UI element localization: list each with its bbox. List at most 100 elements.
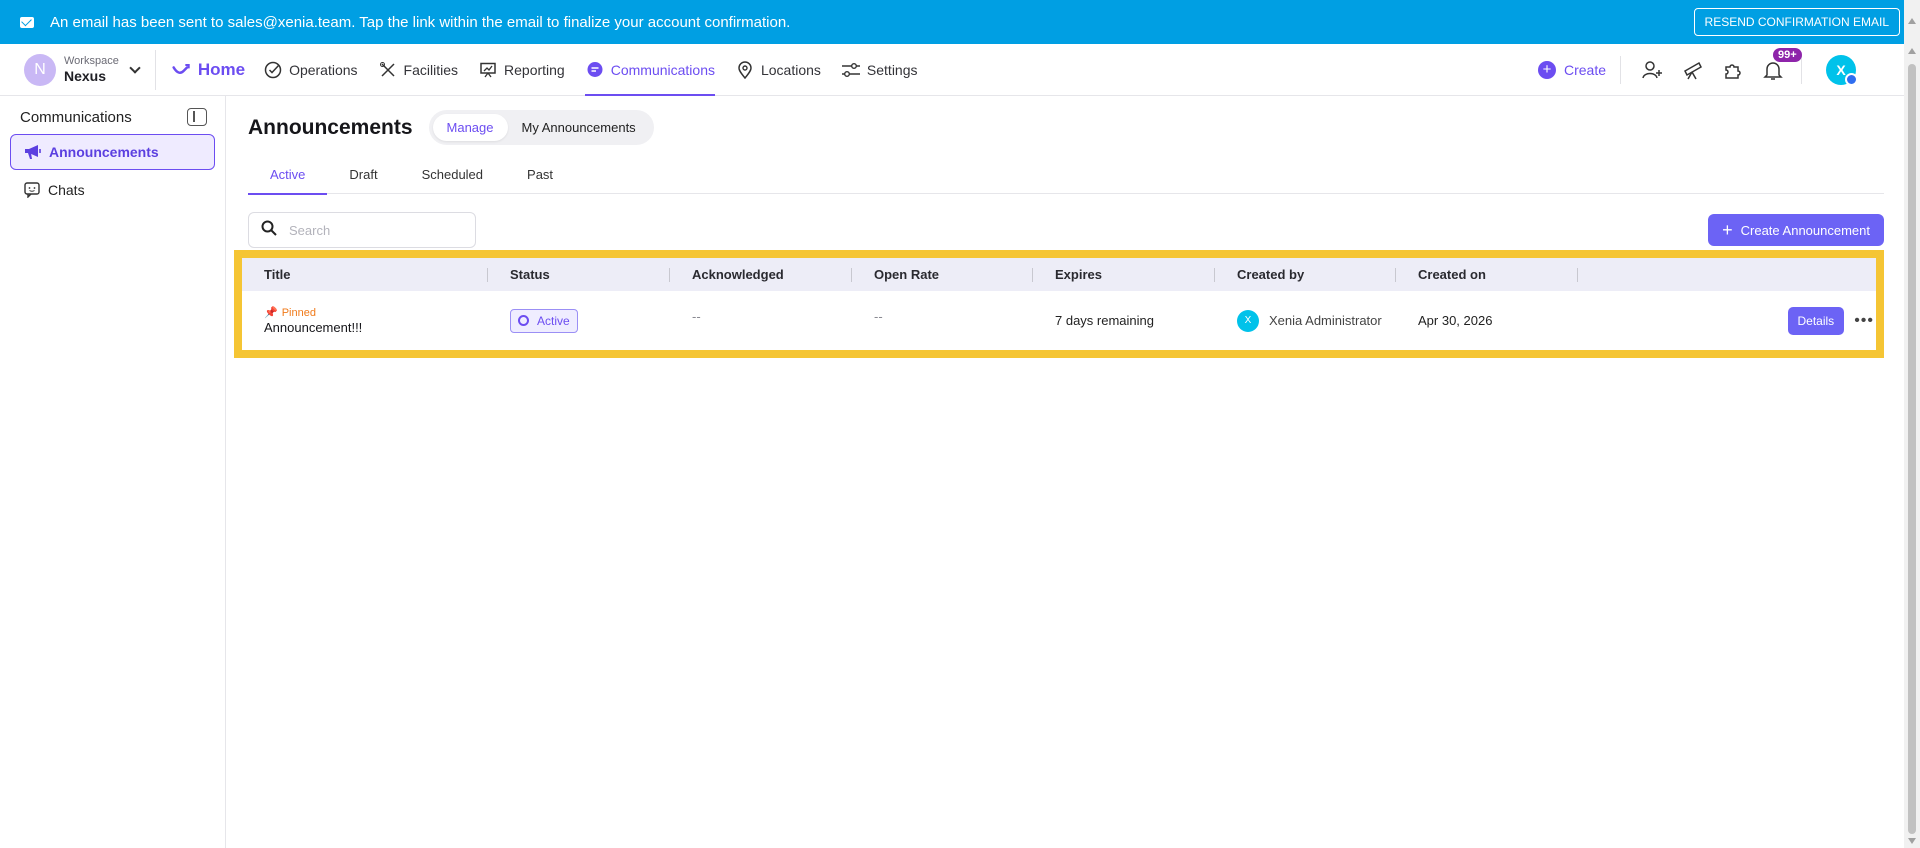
search-input[interactable]: [289, 222, 459, 238]
announcements-table: Title Status Acknowledged Open Rate Expi…: [234, 250, 1884, 358]
cell-created-on: Apr 30, 2026: [1418, 313, 1493, 328]
nav-locations[interactable]: Locations: [735, 44, 821, 96]
nav-facilities[interactable]: Facilities: [378, 44, 458, 96]
search-icon: [261, 220, 277, 241]
tab-past[interactable]: Past: [505, 154, 575, 194]
top-navigation: N Workspace Nexus Home Operations Facili…: [0, 44, 1904, 96]
column-expires[interactable]: Expires: [1033, 258, 1215, 291]
segment-my-announcements[interactable]: My Announcements: [508, 114, 650, 141]
divider: [1801, 56, 1802, 84]
announcement-title[interactable]: Announcement!!!: [264, 320, 362, 335]
cell-open-rate: --: [874, 309, 883, 324]
scrollbar-top[interactable]: [1904, 0, 1920, 44]
location-pin-icon: [735, 60, 755, 80]
details-button[interactable]: Details: [1787, 306, 1845, 335]
status-tabs: Active Draft Scheduled Past: [248, 154, 1884, 195]
pin-icon: 📌: [264, 307, 278, 319]
page-header: Announcements Manage My Announcements: [248, 110, 654, 145]
column-acknowledged[interactable]: Acknowledged: [670, 258, 852, 291]
nav-settings-label: Settings: [866, 61, 918, 78]
nav-settings[interactable]: Settings: [841, 44, 918, 96]
telescope-icon[interactable]: [1681, 58, 1705, 82]
cell-acknowledged: --: [692, 309, 701, 324]
confirmation-banner: An email has been sent to sales@xenia.te…: [0, 0, 1920, 44]
pinned-label: 📌 Pinned: [264, 306, 316, 320]
mail-icon: [20, 16, 34, 28]
nav-reporting-label: Reporting: [504, 61, 565, 78]
segment-manage[interactable]: Manage: [432, 114, 508, 141]
page-title: Announcements: [248, 115, 413, 139]
add-user-icon[interactable]: [1641, 58, 1665, 82]
pinned-text: Pinned: [281, 306, 316, 319]
creator-name: Xenia Administrator: [1269, 313, 1382, 328]
cell-title: 📌 Pinned Announcement!!!: [242, 291, 488, 350]
bell-icon[interactable]: 99+: [1761, 48, 1802, 82]
status-ring-icon: [518, 315, 529, 326]
main-content: Announcements Manage My Announcements Ac…: [226, 96, 1904, 848]
column-status[interactable]: Status: [488, 258, 670, 291]
sliders-icon: [841, 60, 861, 80]
user-avatar[interactable]: X: [1826, 55, 1858, 86]
cell-status: Active: [488, 291, 670, 350]
chat-icon: [22, 180, 42, 200]
scroll-up-icon[interactable]: [1908, 48, 1916, 54]
table-row[interactable]: 📌 Pinned Announcement!!! Active -- -- 7 …: [242, 291, 1876, 350]
column-created-by[interactable]: Created by: [1215, 258, 1396, 291]
scroll-down-icon[interactable]: [1908, 838, 1916, 844]
chat-bubble-icon: [585, 60, 605, 80]
nav-operations-label: Operations: [289, 61, 358, 78]
puzzle-icon[interactable]: [1721, 58, 1745, 82]
nav-communications[interactable]: Communications: [584, 44, 716, 96]
top-right-actions: + Create 99+ X: [1537, 44, 1858, 96]
creator-avatar: X: [1237, 309, 1259, 332]
tab-active[interactable]: Active: [248, 154, 328, 195]
scrollbar-thumb[interactable]: [1908, 64, 1916, 834]
notification-badge: 99+: [1773, 48, 1802, 62]
column-created-on[interactable]: Created on: [1396, 258, 1578, 291]
table-header: Title Status Acknowledged Open Rate Expi…: [242, 258, 1876, 291]
check-circle-icon: [263, 60, 283, 80]
nav-home-label: Home: [197, 59, 246, 79]
nav-reporting[interactable]: Reporting: [478, 44, 565, 96]
sidebar-item-chats[interactable]: Chats: [10, 172, 215, 208]
sidebar-item-label: Announcements: [49, 144, 159, 160]
search-box: [248, 212, 476, 248]
vertical-scrollbar[interactable]: [1904, 44, 1920, 848]
chevron-down-icon: [129, 61, 141, 74]
nav-locations-label: Locations: [760, 61, 821, 78]
cell-actions: Details •••: [1578, 291, 1876, 350]
nav-operations[interactable]: Operations: [263, 44, 358, 96]
column-title[interactable]: Title: [242, 258, 488, 291]
plus-icon: +: [1722, 220, 1733, 240]
create-announcement-label: Create Announcement: [1740, 222, 1870, 238]
view-segment: Manage My Announcements: [428, 110, 654, 145]
create-button[interactable]: + Create: [1537, 56, 1621, 84]
plus-circle-icon: +: [1537, 61, 1556, 79]
create-announcement-button[interactable]: + Create Announcement: [1708, 214, 1884, 246]
resend-confirmation-button[interactable]: RESEND CONFIRMATION EMAIL: [1693, 8, 1900, 36]
sidebar: Communications Announcements Chats: [0, 96, 226, 848]
home-logo-icon: [172, 60, 192, 80]
more-options-icon[interactable]: •••: [1854, 312, 1874, 330]
status-badge: Active: [510, 308, 578, 333]
create-button-label: Create: [1563, 62, 1606, 78]
sidebar-title: Communications: [20, 108, 132, 126]
banner-message: An email has been sent to sales@xenia.te…: [50, 13, 791, 31]
tab-draft[interactable]: Draft: [327, 154, 399, 194]
workspace-name: Nexus: [64, 67, 107, 84]
tab-scheduled[interactable]: Scheduled: [400, 154, 505, 194]
sidebar-item-announcements[interactable]: Announcements: [10, 134, 215, 170]
nav-facilities-label: Facilities: [403, 61, 459, 78]
presentation-chart-icon: [478, 60, 498, 80]
cell-created-by: X Xenia Administrator: [1215, 291, 1396, 350]
workspace-switcher[interactable]: N Workspace Nexus: [24, 49, 156, 90]
tools-icon: [378, 60, 398, 80]
sidebar-header: Communications: [0, 96, 225, 126]
status-text: Active: [537, 313, 570, 328]
sidebar-item-label: Chats: [48, 182, 85, 198]
column-open-rate[interactable]: Open Rate: [852, 258, 1033, 291]
nav-home[interactable]: Home: [172, 44, 245, 96]
collapse-sidebar-icon[interactable]: [187, 108, 207, 126]
nav-communications-label: Communications: [610, 61, 715, 78]
workspace-label: Workspace: [64, 54, 119, 67]
